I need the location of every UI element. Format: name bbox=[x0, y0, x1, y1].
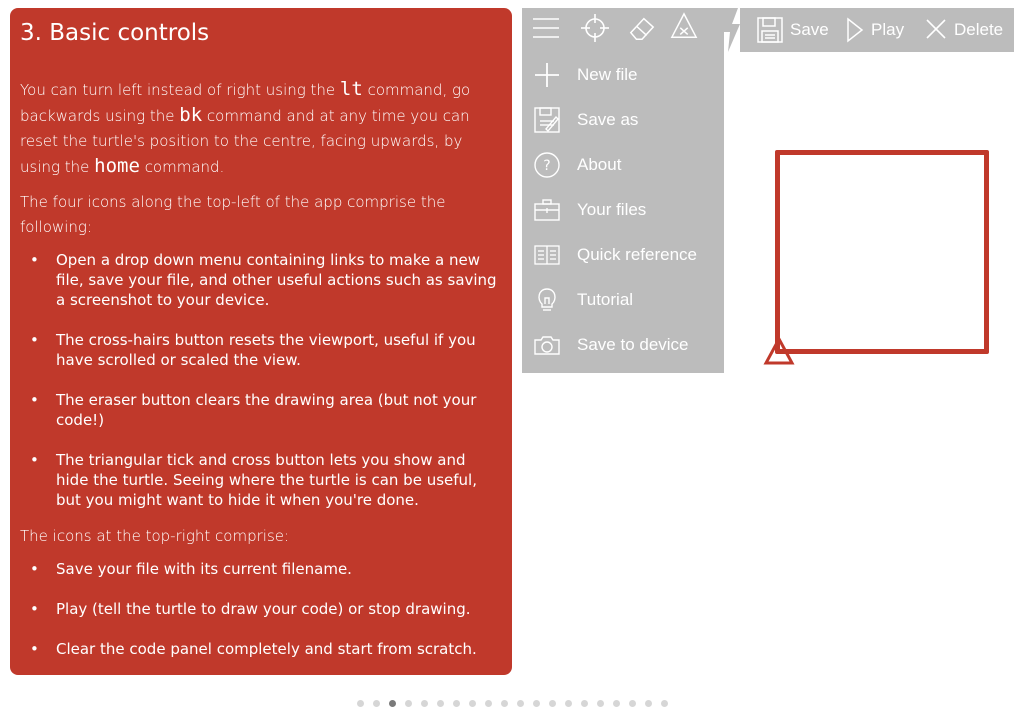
play-label: Play bbox=[871, 20, 905, 39]
drawn-square bbox=[775, 150, 989, 354]
delete-label: Delete bbox=[954, 20, 1004, 39]
intro-paragraph: You can turn left instead of right using… bbox=[20, 77, 502, 180]
menu-item-label: Your files bbox=[577, 199, 647, 219]
menu-item-label: New file bbox=[577, 64, 638, 84]
menu-item-save-as[interactable]: Save as bbox=[522, 97, 724, 142]
lightbulb-icon bbox=[538, 287, 556, 311]
list-item: The triangular tick and cross button let… bbox=[30, 450, 502, 510]
pager-dot[interactable] bbox=[565, 700, 572, 707]
play-icon bbox=[847, 17, 864, 43]
turtle-toggle-icon[interactable] bbox=[670, 12, 698, 40]
pager-dot[interactable] bbox=[469, 700, 476, 707]
code-lt: lt bbox=[339, 78, 363, 100]
code-home: home bbox=[94, 155, 140, 177]
menu-item-new-file[interactable]: New file bbox=[522, 52, 724, 97]
menu-item-label: Save as bbox=[577, 109, 639, 129]
eraser-icon[interactable] bbox=[628, 14, 656, 42]
code-bk: bk bbox=[179, 104, 203, 126]
crosshair-icon[interactable] bbox=[581, 14, 609, 42]
plus-icon bbox=[535, 62, 559, 87]
menu-item-save-to-device[interactable]: Save to device bbox=[522, 322, 724, 367]
pager-dot[interactable] bbox=[389, 700, 396, 707]
close-icon bbox=[926, 19, 946, 39]
menu-item-about[interactable]: ? About bbox=[522, 142, 724, 187]
menu-item-quick-reference[interactable]: Quick reference bbox=[522, 232, 724, 277]
save-as-icon bbox=[534, 106, 560, 133]
tutorial-title: 3. Basic controls bbox=[20, 20, 210, 46]
pager-dot[interactable] bbox=[661, 700, 668, 707]
list-item: Open a drop down menu containing links t… bbox=[30, 250, 502, 310]
tutorial-card: 3. Basic controls You can turn left inst… bbox=[10, 8, 512, 675]
save-label: Save bbox=[790, 20, 829, 39]
dropdown-menu: New file Save as ? About Your files Quic… bbox=[522, 52, 724, 373]
book-icon bbox=[534, 244, 560, 265]
menu-icon[interactable] bbox=[532, 14, 560, 42]
briefcase-icon bbox=[534, 198, 560, 221]
pager-dots bbox=[357, 700, 668, 708]
play-button[interactable]: Play bbox=[845, 8, 904, 52]
pager-dot[interactable] bbox=[485, 700, 492, 707]
menu-item-label: Save to device bbox=[577, 334, 689, 354]
pager-dot[interactable] bbox=[357, 700, 364, 707]
pager-dot[interactable] bbox=[581, 700, 588, 707]
pager-dot[interactable] bbox=[549, 700, 556, 707]
delete-button[interactable]: Delete bbox=[924, 8, 1003, 52]
list-item: Play (tell the turtle to draw your code)… bbox=[30, 599, 502, 619]
top-left-icons-list: Open a drop down menu containing links t… bbox=[20, 250, 502, 510]
menu-item-label: Tutorial bbox=[577, 289, 634, 309]
save-button[interactable]: Save bbox=[756, 8, 829, 52]
list-item: The eraser button clears the drawing are… bbox=[30, 390, 502, 430]
pager-dot[interactable] bbox=[629, 700, 636, 707]
pager-dot[interactable] bbox=[405, 700, 412, 707]
pager-dot[interactable] bbox=[597, 700, 604, 707]
list-item: Save your file with its current filename… bbox=[30, 559, 502, 579]
intro-text: command. bbox=[139, 158, 225, 176]
camera-icon bbox=[534, 335, 560, 355]
pager-dot[interactable] bbox=[533, 700, 540, 707]
save-icon bbox=[757, 17, 783, 43]
list-item: Clear the code panel completely and star… bbox=[30, 639, 502, 659]
pager-dot[interactable] bbox=[437, 700, 444, 707]
pager-dot[interactable] bbox=[645, 700, 652, 707]
question-icon: ? bbox=[534, 151, 560, 178]
top-right-icons-list: Save your file with its current filename… bbox=[20, 559, 502, 659]
intro-text: You can turn left instead of right using… bbox=[20, 81, 340, 99]
turtle-icon bbox=[763, 336, 795, 365]
menu-item-label: Quick reference bbox=[577, 244, 697, 264]
pager-dot[interactable] bbox=[613, 700, 620, 707]
list-item: The cross-hairs button resets the viewpo… bbox=[30, 330, 502, 370]
top-right-icons-paragraph: The icons at the top-right comprise: bbox=[20, 527, 290, 545]
svg-text:?: ? bbox=[543, 158, 550, 174]
pager-dot[interactable] bbox=[421, 700, 428, 707]
menu-item-label: About bbox=[577, 154, 622, 174]
pager-dot[interactable] bbox=[453, 700, 460, 707]
menu-item-your-files[interactable]: Your files bbox=[522, 187, 724, 232]
pager-dot[interactable] bbox=[517, 700, 524, 707]
pager-dot[interactable] bbox=[373, 700, 380, 707]
pager-dot[interactable] bbox=[501, 700, 508, 707]
menu-item-tutorial[interactable]: Tutorial bbox=[522, 277, 724, 322]
top-left-icons-paragraph: The four icons along the top-left of the… bbox=[20, 193, 446, 236]
